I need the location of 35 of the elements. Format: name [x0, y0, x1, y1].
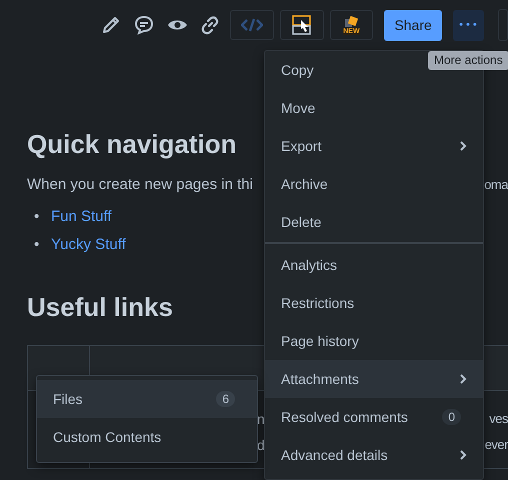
table-cell-text: ever	[484, 436, 508, 454]
page-link[interactable]: Yucky Stuff	[51, 231, 126, 259]
paragraph-text: oma	[484, 176, 508, 194]
toolbar-button[interactable]	[280, 10, 324, 40]
bullet: •	[34, 235, 40, 255]
bullet: •	[34, 207, 40, 227]
menu-item[interactable]: Files 6	[37, 380, 257, 418]
paragraph-text: When you create new pages in thi	[27, 175, 253, 195]
code-icon	[240, 18, 263, 32]
menu-item[interactable]: Export	[265, 127, 483, 165]
more-actions-button[interactable]: •••	[452, 10, 484, 40]
menu-item[interactable]: Custom Contents	[37, 418, 257, 456]
menu-item[interactable]: Restrictions	[265, 284, 483, 322]
pencil-icon[interactable]	[101, 15, 121, 35]
table-cell-text: n	[257, 410, 265, 429]
menu-item[interactable]: Attachments	[265, 360, 483, 398]
menu-item[interactable]: Archive	[265, 165, 483, 203]
menu-item[interactable]: Advanced details	[265, 436, 483, 474]
page-link[interactable]: Fun Stuff	[51, 203, 112, 231]
cursor-window-icon	[292, 15, 312, 35]
menu-item[interactable]: Resolved comments 0	[265, 398, 483, 436]
comment-icon[interactable]	[134, 15, 154, 35]
menu-item[interactable]: Move	[265, 89, 483, 127]
tooltip: More actions	[428, 51, 508, 70]
section-heading: Useful links	[27, 291, 173, 323]
share-button[interactable]: Share	[384, 10, 442, 40]
table-cell-text: d	[257, 436, 265, 455]
menu-item[interactable]: Page history	[265, 322, 483, 360]
count-badge: 6	[216, 391, 235, 407]
menu-item[interactable]: Delete	[265, 203, 483, 241]
count-badge: 0	[442, 409, 461, 425]
menu-item[interactable]: Analytics	[265, 246, 483, 284]
table-cell-text: ves	[489, 410, 508, 428]
link-icon[interactable]	[200, 15, 220, 35]
page-heading: Quick navigation	[27, 128, 236, 160]
